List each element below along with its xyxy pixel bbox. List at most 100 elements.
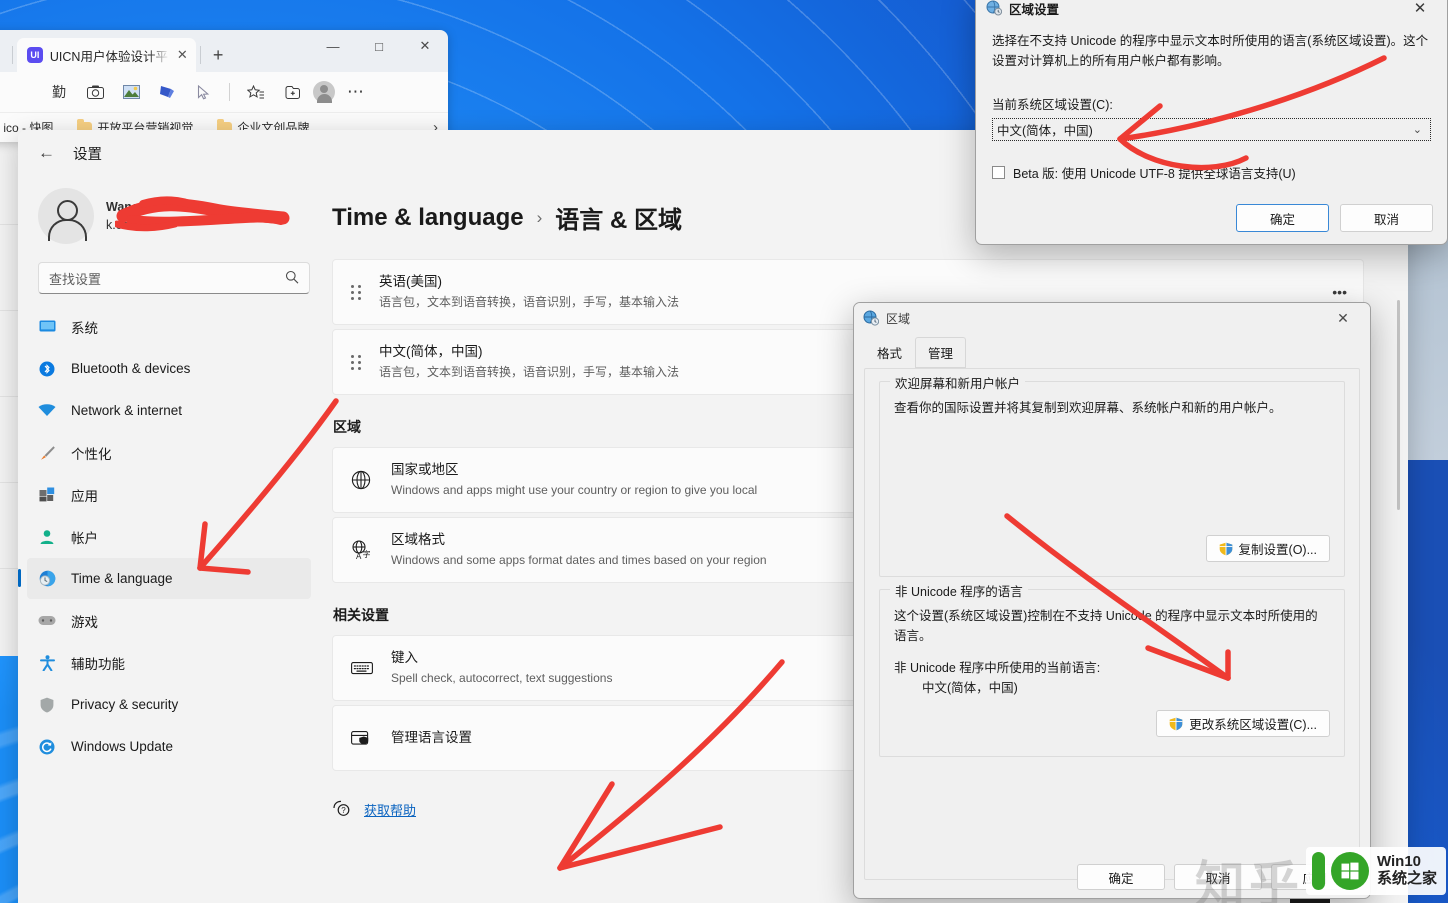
personalization-icon <box>38 444 56 462</box>
drag-handle-icon[interactable] <box>351 285 365 300</box>
settings-sidebar: ← 设置 Wangxx k.com 查找设置 <box>18 130 320 903</box>
sidebar-item-label: 应用 <box>71 485 98 505</box>
welcome-group-legend: 欢迎屏幕和新用户帐户 <box>890 373 1025 392</box>
scrollbar[interactable] <box>1397 300 1400 510</box>
image-icon[interactable] <box>116 78 146 106</box>
change-system-locale-label: 更改系统区域设置(C)... <box>1189 714 1317 733</box>
browser-tab-1-label: UICN用户体验设计平台 <box>50 46 170 65</box>
new-tab-button[interactable]: + <box>205 45 232 72</box>
accessibility-icon <box>38 654 56 672</box>
avatar <box>38 188 94 244</box>
account-block[interactable]: Wangxx k.com <box>27 176 311 260</box>
sidebar-item-windows-update[interactable]: Windows Update <box>27 726 311 767</box>
region-dialog-titlebar: 区域 ✕ <box>854 303 1370 333</box>
system-icon <box>38 318 56 336</box>
current-locale-combobox[interactable]: 中文(简体，中国) ⌄ <box>992 118 1431 141</box>
sidebar-item-gaming[interactable]: 游戏 <box>27 600 311 641</box>
sidebar-item-label: 辅助功能 <box>71 653 125 673</box>
tab-formats[interactable]: 格式 <box>864 337 915 368</box>
chevron-down-icon[interactable]: ⌄ <box>1413 123 1428 136</box>
current-language-label: 非 Unicode 程序中所使用的当前语言: <box>894 658 1330 678</box>
region-settings-dialog[interactable]: 区域设置 ✕ 选择在不支持 Unicode 的程序中显示文本时所使用的语言(系统… <box>975 0 1448 245</box>
add-collection-icon[interactable] <box>277 78 307 106</box>
globe-icon <box>351 470 391 490</box>
chevron-right-icon: › <box>537 208 543 228</box>
qin-icon[interactable]: 勤 <box>44 78 74 106</box>
close-icon[interactable]: ✕ <box>177 47 188 63</box>
sidebar-item-privacy[interactable]: Privacy & security <box>27 684 311 725</box>
edge-browser-window[interactable]: ✕ UI UICN用户体验设计平台 ✕ + — □ ✕ 勤 <box>0 30 448 142</box>
browser-tab-strip: ✕ UI UICN用户体验设计平台 ✕ + — □ ✕ <box>0 30 448 72</box>
maximize-button[interactable]: □ <box>356 30 402 62</box>
sidebar-item-personalization[interactable]: 个性化 <box>27 432 311 473</box>
sidebar-item-system[interactable]: 系统 <box>27 306 311 347</box>
screen-root: 改 ┐ ✕ UI UICN用户体验设计平台 ✕ + — □ ✕ 勤 <box>0 0 1448 903</box>
help-icon: ? <box>332 799 352 820</box>
sidebar-item-label: 帐户 <box>71 527 98 547</box>
camera-icon[interactable] <box>80 78 110 106</box>
sidebar-item-label: Bluetooth & devices <box>71 361 190 376</box>
utf8-checkbox[interactable] <box>992 166 1005 179</box>
watermark-line-1: Win10 <box>1377 854 1437 871</box>
sidebar-item-label: 个性化 <box>71 443 112 463</box>
region-dialog[interactable]: 区域 ✕ 格式 管理 欢迎屏幕和新用户帐户 查看你的国际设置并将其复制到欢迎屏幕… <box>853 302 1371 899</box>
browser-tab-1[interactable]: UI UICN用户体验设计平台 ✕ <box>17 38 196 72</box>
get-help-link[interactable]: 获取帮助 <box>364 800 416 819</box>
ok-button[interactable]: 确定 <box>1236 204 1329 232</box>
region-format-icon: A字 <box>351 540 391 560</box>
language-more-icon[interactable]: ••• <box>1332 284 1347 300</box>
sidebar-item-accounts[interactable]: 帐户 <box>27 516 311 557</box>
region-dialog-title: 区域 <box>886 310 910 327</box>
sidebar-item-time-language[interactable]: Time & language <box>27 558 311 599</box>
update-icon <box>38 738 56 756</box>
sidebar-item-label: 游戏 <box>71 611 98 631</box>
region-settings-titlebar: 区域设置 ✕ <box>976 0 1447 17</box>
current-language-value: 中文(简体，中国) <box>922 678 1330 698</box>
region-settings-icon <box>986 0 1002 16</box>
tab-divider <box>12 46 13 64</box>
cancel-button[interactable]: 取消 <box>1340 204 1433 232</box>
back-arrow-icon[interactable]: ← <box>38 143 55 163</box>
copy-settings-row: 复制设置(O)... <box>1206 535 1330 562</box>
close-icon[interactable]: ✕ <box>1322 304 1364 332</box>
language-title: 英语(美国) <box>379 273 1320 291</box>
breadcrumb-parent[interactable]: Time & language <box>332 204 524 232</box>
cancel-button[interactable]: 取消 <box>1174 864 1262 890</box>
welcome-screen-group: 欢迎屏幕和新用户帐户 查看你的国际设置并将其复制到欢迎屏幕、系统帐户和新的用户帐… <box>879 381 1345 577</box>
tab-divider <box>200 46 201 64</box>
close-icon[interactable]: ✕ <box>1399 0 1441 21</box>
svg-text:字: 字 <box>363 549 371 559</box>
change-system-locale-button[interactable]: 更改系统区域设置(C)... <box>1156 710 1330 737</box>
toolbar-divider <box>229 83 230 101</box>
drag-handle-icon[interactable] <box>351 355 365 370</box>
close-button[interactable]: ✕ <box>402 30 448 62</box>
profile-icon[interactable] <box>313 81 335 103</box>
sidebar-item-accessibility[interactable]: 辅助功能 <box>27 642 311 683</box>
copy-settings-button[interactable]: 复制设置(O)... <box>1206 535 1330 562</box>
browser-tab-0[interactable]: ✕ <box>0 38 8 72</box>
utf8-checkbox-row[interactable]: Beta 版: 使用 Unicode UTF-8 提供全球语言支持(U) <box>992 163 1431 182</box>
search-icon[interactable] <box>285 270 299 287</box>
favorites-icon[interactable] <box>241 78 271 106</box>
region-settings-footer: 确定 取消 <box>1236 204 1433 232</box>
svg-text:A: A <box>356 552 362 560</box>
sidebar-item-bluetooth[interactable]: Bluetooth & devices <box>27 348 311 389</box>
minimize-button[interactable]: — <box>310 30 356 62</box>
settings-header: ← 设置 <box>27 130 311 176</box>
nonunicode-group-text: 这个设置(系统区域设置)控制在不支持 Unicode 的程序中显示文本时所使用的… <box>894 606 1330 646</box>
copy-settings-label: 复制设置(O)... <box>1239 539 1317 558</box>
collections-icon[interactable] <box>152 78 182 106</box>
watermark-line-2: 系统之家 <box>1377 871 1437 888</box>
watermark-text: Win10 系统之家 <box>1377 854 1437 888</box>
account-email: k.com <box>106 216 153 234</box>
cursor-icon[interactable] <box>188 78 218 106</box>
sidebar-item-apps[interactable]: 应用 <box>27 474 311 515</box>
more-icon[interactable]: ⋯ <box>341 78 371 106</box>
sidebar-item-label: Privacy & security <box>71 697 178 712</box>
sidebar-item-network[interactable]: Network & internet <box>27 390 311 431</box>
region-dialog-tabs: 格式 管理 <box>854 337 1370 368</box>
ok-button[interactable]: 确定 <box>1077 864 1165 890</box>
browser-toolbar: 勤 ⋯ <box>0 72 448 112</box>
search-input[interactable]: 查找设置 <box>38 262 310 294</box>
tab-administrative[interactable]: 管理 <box>915 337 966 368</box>
